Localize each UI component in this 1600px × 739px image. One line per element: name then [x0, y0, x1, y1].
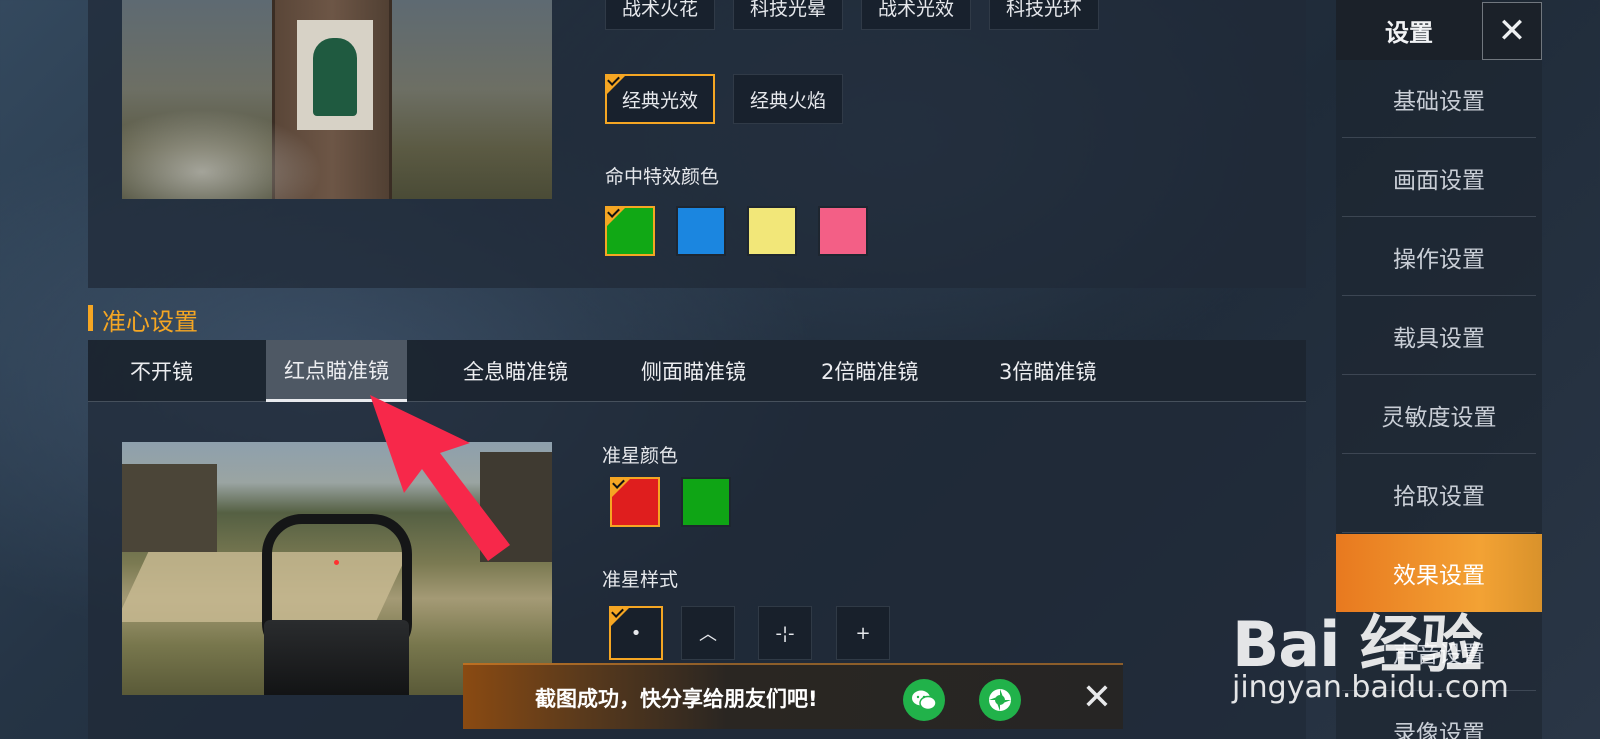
close-icon: ✕ [1497, 11, 1527, 51]
sidebar-item-basic[interactable]: 基础设置 [1342, 60, 1536, 138]
reticle-style-cross[interactable]: + [836, 606, 890, 660]
sidebar-item-sensitivity[interactable]: 灵敏度设置 [1342, 376, 1536, 454]
sight-body [264, 620, 409, 695]
close-icon: ✕ [1081, 676, 1113, 718]
scope-tabs: 不开镜 红点瞄准镜 全息瞄准镜 侧面瞄准镜 2倍瞄准镜 3倍瞄准镜 [88, 340, 1306, 402]
selected-check-icon [609, 606, 631, 628]
settings-title: 设置 [1336, 0, 1482, 60]
reticle-style-label: 准星样式 [602, 569, 679, 591]
sidebar-item-vehicle[interactable]: 载具设置 [1342, 297, 1536, 375]
effect-option-label: 经典火焰 [749, 89, 826, 112]
hit-color-green[interactable] [605, 206, 655, 256]
effect-option-tech-ring[interactable]: 科技光环 [989, 0, 1099, 30]
target-silhouette [313, 38, 357, 116]
effect-option-classic-light[interactable]: 经典光效 [605, 74, 715, 124]
sidebar-item-pickup[interactable]: 拾取设置 [1342, 455, 1536, 533]
share-wechat-button[interactable] [903, 679, 945, 721]
share-moments-button[interactable] [979, 679, 1021, 721]
baidu-jingyan-watermark: Bai 经验 jingyan.baidu.com [1232, 570, 1522, 710]
reticle-color-label: 准星颜色 [602, 445, 679, 467]
tab-no-scope[interactable]: 不开镜 [112, 340, 211, 402]
effect-option-label: 经典光效 [621, 89, 698, 112]
tab-side-scope[interactable]: 侧面瞄准镜 [623, 340, 764, 402]
annotation-arrow-icon [370, 395, 510, 561]
red-dot-reticle [334, 560, 339, 565]
tab-3x-scope[interactable]: 3倍瞄准镜 [981, 340, 1114, 402]
screenshot-toast: 截图成功，快分享给朋友们吧! ✕ [463, 663, 1123, 729]
reticle-color-red[interactable] [610, 477, 660, 527]
effect-option-tactical-light[interactable]: 战术光效 [861, 0, 971, 30]
tab-holographic[interactable]: 全息瞄准镜 [445, 340, 586, 402]
crosshair-section-title: 准心设置 [88, 302, 198, 336]
tab-red-dot[interactable]: 红点瞄准镜 [266, 340, 407, 402]
smoke-effect [122, 109, 322, 199]
moments-icon [989, 689, 1011, 711]
building-left [122, 464, 217, 552]
wechat-icon [912, 690, 937, 711]
reticle-color-green[interactable] [681, 477, 731, 527]
tab-2x-scope[interactable]: 2倍瞄准镜 [803, 340, 936, 402]
chevron-up-icon: ︿ [699, 624, 717, 645]
crosshair-icon: + [855, 622, 871, 644]
reticle-style-gap-cross[interactable]: -¦- [758, 606, 812, 660]
hit-color-yellow[interactable] [747, 206, 797, 256]
watermark-url: jingyan.baidu.com [1232, 670, 1509, 705]
crosshair-gap-icon: -¦- [775, 622, 795, 644]
selected-check-icon [605, 74, 627, 96]
toast-close-button[interactable]: ✕ [1075, 675, 1119, 719]
selected-check-icon [610, 477, 632, 499]
reticle-style-chevron[interactable]: ︿ [681, 606, 735, 660]
hit-color-pink[interactable] [818, 206, 868, 256]
selected-check-icon [605, 206, 627, 228]
effect-option-classic-flame[interactable]: 经典火焰 [733, 74, 843, 124]
effect-option-tech-glow[interactable]: 科技光晕 [733, 0, 843, 30]
hit-color-label: 命中特效颜色 [605, 166, 720, 188]
dot-icon: • [630, 622, 642, 644]
sidebar-item-controls[interactable]: 操作设置 [1342, 218, 1536, 296]
effect-option-tactical-spark[interactable]: 战术火花 [605, 0, 715, 30]
close-settings-button[interactable]: ✕ [1482, 2, 1542, 60]
hit-color-blue[interactable] [676, 206, 726, 256]
hit-effect-preview-image [122, 0, 552, 199]
toast-message: 截图成功，快分享给朋友们吧! [535, 687, 818, 711]
sidebar-item-graphics[interactable]: 画面设置 [1342, 139, 1536, 217]
reticle-style-dot[interactable]: • [609, 606, 663, 660]
